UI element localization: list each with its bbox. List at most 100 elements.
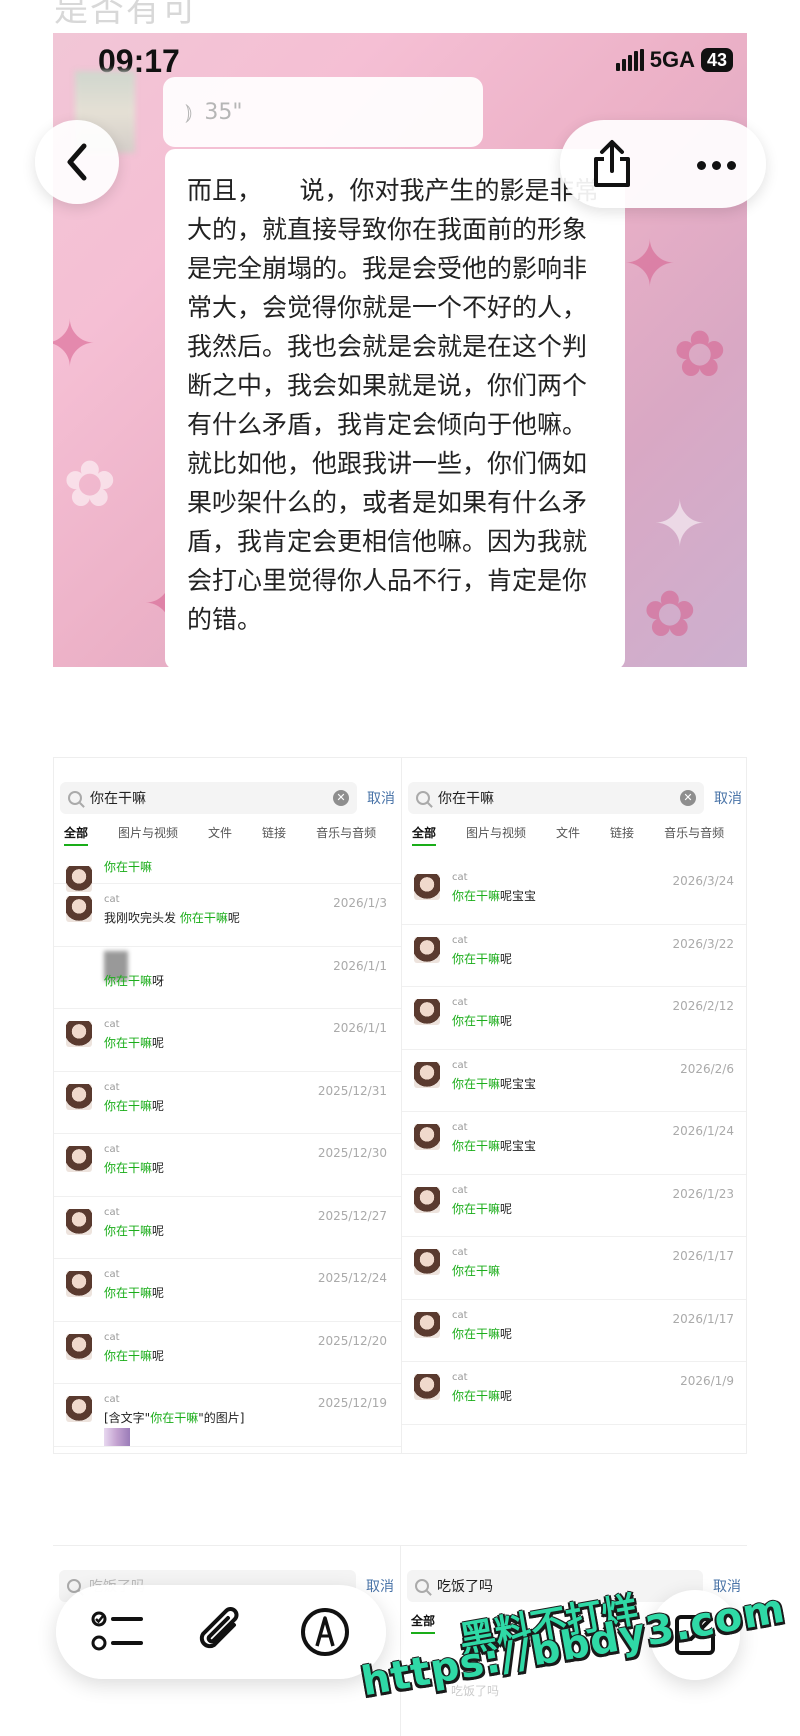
clear-icon[interactable]: ✕: [680, 790, 696, 806]
attach-button[interactable]: [174, 1585, 268, 1679]
result-row[interactable]: cat 你在干嘛呢 2026/1/23: [402, 1175, 746, 1237]
result-row[interactable]: cat 你在干嘛呢宝宝 2026/2/6: [402, 1050, 746, 1112]
cancel-button[interactable]: 取消: [367, 788, 395, 808]
snippet-highlight: 你在干嘛: [452, 1201, 501, 1216]
message-snippet: 你在干嘛呢: [452, 1387, 512, 1404]
tab-media[interactable]: 图片与视频: [118, 824, 178, 846]
result-row[interactable]: cat 你在干嘛 2026/1/17: [402, 1237, 746, 1300]
result-row[interactable]: cat 你在干嘛呢 2025/12/24: [54, 1259, 401, 1322]
result-row[interactable]: cat 你在干嘛呢 2025/12/30: [54, 1134, 401, 1197]
more-button[interactable]: [672, 120, 760, 208]
search-icon: [68, 791, 82, 805]
avatar: [66, 1146, 92, 1172]
snippet-highlight: 你在干嘛: [452, 1389, 501, 1403]
message-snippet: 你在干嘛呀: [104, 972, 164, 989]
message-snippet: 你在干嘛: [104, 858, 152, 875]
avatar: [66, 1021, 92, 1047]
result-date: 2026/1/3: [333, 896, 387, 910]
snippet-suffix: 呢: [152, 1348, 165, 1363]
clear-icon[interactable]: ✕: [333, 790, 349, 806]
result-date: 2026/1/24: [672, 1124, 734, 1138]
snippet-highlight: 你在干嘛: [104, 1223, 153, 1238]
markup-pen-icon: [301, 1608, 349, 1656]
status-bar: [54, 758, 401, 778]
image-thumbnail[interactable]: [104, 1428, 130, 1446]
snippet-highlight: 你在干嘛: [104, 1098, 153, 1113]
sender-name: cat: [452, 1184, 468, 1196]
message-snippet: 你在干嘛呢: [452, 1012, 512, 1029]
result-row[interactable]: cat 你在干嘛呢 2025/12/20: [54, 1322, 401, 1384]
tab-files[interactable]: 文件: [208, 824, 232, 846]
result-row[interactable]: cat 你在干嘛呢 2026/1/9: [402, 1362, 746, 1425]
avatar: [414, 1124, 440, 1150]
result-date: 2025/12/24: [317, 1271, 387, 1285]
result-row[interactable]: cat 你在干嘛呢宝宝 2026/3/24: [402, 862, 746, 925]
flower-motif-icon: ✦: [623, 228, 677, 302]
search-input[interactable]: 你在干嘛 ✕: [408, 782, 704, 814]
snippet-highlight: 你在干嘛: [150, 1411, 199, 1425]
snippet-suffix: 呢: [152, 1286, 165, 1300]
avatar: [414, 1311, 440, 1338]
sender-name: cat: [104, 1206, 120, 1218]
result-date: 2026/2/12: [672, 999, 734, 1013]
tab-links[interactable]: 链接: [262, 824, 286, 846]
result-row[interactable]: cat 你在干嘛呢 2025/12/27: [54, 1197, 401, 1259]
message-snippet: 你在干嘛呢: [104, 1347, 164, 1364]
message-snippet: 你在干嘛呢: [104, 1284, 164, 1301]
message-snippet: 你在干嘛: [452, 1262, 500, 1279]
search-input[interactable]: 你在干嘛 ✕: [60, 782, 357, 814]
tab-links[interactable]: 链接: [610, 824, 634, 846]
snippet-highlight: 你在干嘛: [104, 860, 153, 874]
cancel-button[interactable]: 取消: [714, 788, 742, 808]
snippet-suffix: "的图片]: [198, 1411, 245, 1425]
result-date: 2026/1/9: [680, 1374, 734, 1388]
flower-motif-icon: ✿: [63, 448, 117, 522]
message-snippet: 你在干嘛呢: [104, 1222, 164, 1239]
more-dots-icon: [694, 155, 739, 174]
search-icon: [415, 1579, 429, 1593]
tab-media[interactable]: 图片与视频: [466, 824, 526, 846]
tab-files[interactable]: 文件: [556, 824, 580, 846]
result-row[interactable]: cat 你在干嘛呢宝宝 2026/1/24: [402, 1112, 746, 1175]
result-row[interactable]: 你在干嘛: [54, 854, 401, 892]
tab-audio[interactable]: 音乐与音频: [664, 824, 724, 846]
sender-name: cat: [452, 1247, 468, 1258]
result-row[interactable]: cat 你在干嘛呢 2025/12/31: [54, 1072, 401, 1134]
avatar: [66, 896, 92, 922]
back-button[interactable]: [35, 120, 119, 204]
result-row[interactable]: cat [含文字"你在干嘛"的图片] 2025/12/19: [54, 1384, 401, 1447]
flower-motif-icon: ✦: [53, 308, 97, 382]
snippet-highlight: 你在干嘛: [452, 1264, 501, 1278]
flower-motif-icon: ✦: [653, 488, 707, 562]
voice-message-bubble[interactable]: ⦆ 35": [163, 77, 483, 147]
snippet-prefix: 我刚吹完头发: [104, 911, 180, 925]
result-row[interactable]: cat 你在干嘛呢 2026/1/1: [54, 1009, 401, 1072]
result-list: 你在干嘛 cat 我刚吹完头发 你在干嘛呢 2026/1/3 你在干嘛呀 2026/1/1…: [54, 854, 401, 1447]
snippet-highlight: 你在干嘛: [452, 889, 501, 903]
tab-audio[interactable]: 音乐与音频: [316, 824, 376, 846]
tab-all[interactable]: 全部: [412, 824, 437, 846]
result-row[interactable]: cat 我刚吹完头发 你在干嘛呢 2026/1/3: [54, 884, 401, 947]
status-indicators: 5GA 43: [615, 47, 733, 73]
sender-name: cat: [104, 1331, 120, 1343]
snippet-suffix: 呢: [500, 951, 513, 966]
result-row[interactable]: 你在干嘛呀 2026/1/1: [54, 947, 401, 1009]
message-snippet: 你在干嘛呢: [452, 950, 512, 967]
tab-all[interactable]: 全部: [64, 824, 89, 846]
tab-all[interactable]: 全部: [411, 1612, 436, 1634]
search-query: 吃饭了吗: [437, 1579, 493, 1595]
sender-name: cat: [104, 1081, 120, 1093]
result-row[interactable]: cat 你在干嘛呢 2026/1/17: [402, 1300, 746, 1362]
search-query: 你在干嘛: [438, 791, 494, 807]
snippet-highlight: 你在干嘛: [452, 1014, 501, 1028]
search-icon: [416, 791, 430, 805]
chevron-left-icon: [67, 143, 87, 181]
sender-name: cat: [452, 1122, 468, 1133]
snippet-suffix: 呢宝宝: [500, 889, 537, 903]
avatar: [414, 999, 440, 1025]
result-row[interactable]: cat 你在干嘛呢 2026/3/22: [402, 925, 746, 987]
snippet-suffix: 呢: [152, 1161, 165, 1175]
share-button[interactable]: [568, 120, 656, 208]
result-row[interactable]: cat 你在干嘛呢 2026/2/12: [402, 987, 746, 1050]
checklist-button[interactable]: [70, 1585, 164, 1679]
